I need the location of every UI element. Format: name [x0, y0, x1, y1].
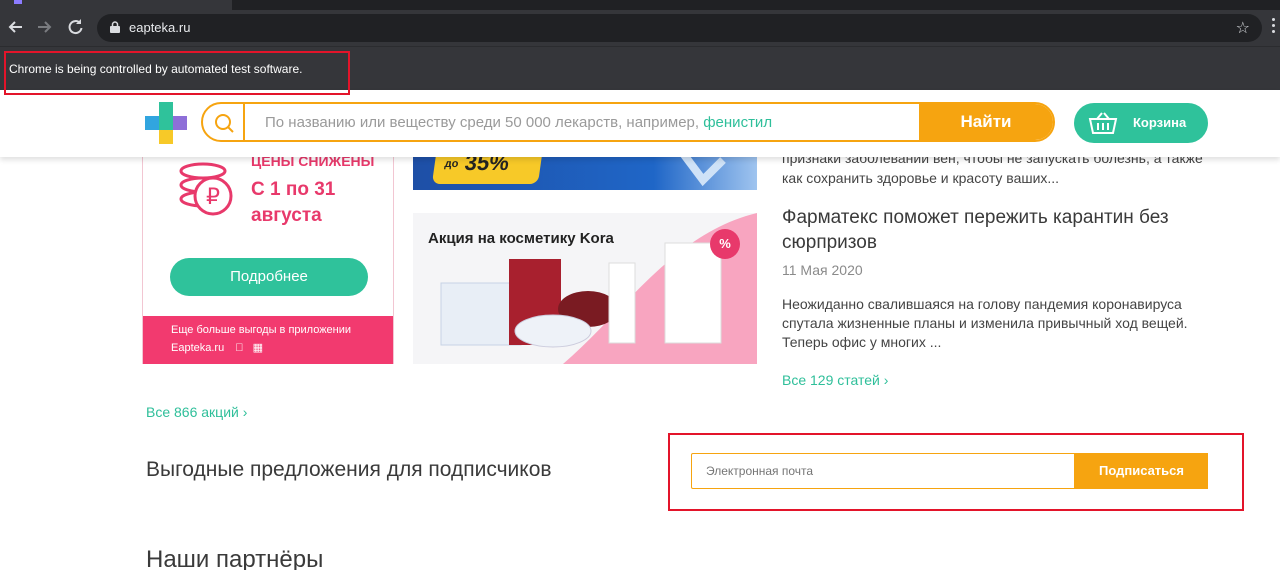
svg-text:₽: ₽ — [206, 185, 220, 210]
app-banner[interactable]: Еще больше выгоды в приложении Eapteka.r… — [143, 316, 393, 364]
coins-ruble-icon: ₽ — [179, 162, 233, 216]
partners-title: Наши партнёры — [146, 546, 324, 570]
highlight-box-infobar — [4, 51, 350, 95]
app-banner-site: Eapteka.ru  ▦ — [171, 341, 263, 354]
reload-icon[interactable] — [64, 16, 86, 38]
site-header: По названию или веществу среди 50 000 ле… — [0, 90, 1280, 157]
search-button[interactable]: Найти — [919, 104, 1053, 140]
address-bar[interactable]: eapteka.ru ☆ — [97, 14, 1262, 42]
basket-icon — [1088, 112, 1118, 134]
all-promotions-label: Все 866 акций — [146, 404, 239, 420]
back-icon[interactable] — [5, 16, 27, 38]
search-divider — [243, 104, 245, 140]
bookmark-star-icon[interactable]: ☆ — [1236, 18, 1250, 38]
tab-strip — [0, 0, 1280, 10]
search-example-link[interactable]: фенистил — [703, 114, 772, 131]
all-promotions-link[interactable]: Все 866 акций › — [146, 404, 247, 420]
article-excerpt: Неожиданно свалившаяся на голову пандеми… — [782, 296, 1188, 350]
subscribe-title: Выгодные предложения для подписчиков — [146, 458, 552, 481]
cart-button[interactable]: Корзина — [1074, 103, 1208, 143]
browser-menu-icon[interactable] — [1272, 18, 1276, 36]
search-icon[interactable] — [213, 112, 235, 134]
forward-icon[interactable] — [33, 16, 55, 38]
all-articles-link[interactable]: Все 129 статей › — [782, 372, 888, 388]
apple-icon[interactable]:  — [235, 342, 243, 354]
kora-banner-title: Акция на косметику Kora — [428, 230, 614, 247]
app-banner-text: Еще больше выгоды в приложении — [171, 324, 352, 336]
article-title[interactable]: Фарматекс поможет пережить карантин без … — [782, 205, 1202, 255]
search-bar[interactable]: По названию или веществу среди 50 000 ле… — [201, 102, 1055, 142]
highlight-box-subscribe — [668, 433, 1244, 511]
lock-icon — [110, 21, 120, 33]
chevron-right-icon: › — [242, 404, 248, 420]
promo-card[interactable]: ₽ ЦЕНЫ СНИЖЕНЫ С 1 по 31 августа Подробн… — [142, 140, 394, 364]
search-input[interactable]: По названию или веществу среди 50 000 ле… — [265, 114, 772, 131]
tab-favicon-icon — [14, 0, 22, 4]
discount-badge: % — [710, 229, 740, 259]
search-placeholder: По названию или веществу среди 50 000 ле… — [265, 114, 700, 131]
eapteka-logo-icon[interactable] — [145, 102, 187, 144]
cart-label: Корзина — [1133, 115, 1187, 130]
url-text: eapteka.ru — [129, 20, 191, 35]
promo-dates: С 1 по 31 августа — [251, 179, 336, 226]
chevron-right-icon: › — [883, 372, 889, 388]
browser-tab[interactable] — [0, 0, 232, 10]
all-articles-label: Все 129 статей — [782, 372, 880, 388]
article-date: 11 Мая 2020 — [782, 262, 863, 278]
kora-banner[interactable]: Акция на косметику Kora % — [413, 213, 757, 364]
app-site-label: Eapteka.ru — [171, 342, 225, 354]
sale-prefix: до — [443, 158, 460, 170]
more-button[interactable]: Подробнее — [170, 258, 368, 296]
android-icon[interactable]: ▦ — [253, 342, 263, 354]
